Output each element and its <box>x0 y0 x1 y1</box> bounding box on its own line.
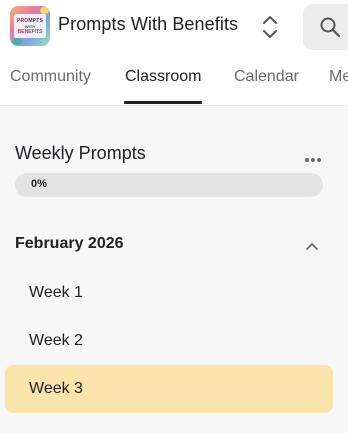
lesson-label: Week 2 <box>29 332 83 349</box>
search-icon <box>320 17 341 38</box>
more-horizontal-icon[interactable] <box>304 150 322 162</box>
search-button[interactable] <box>303 4 348 50</box>
group-switcher-button[interactable] <box>259 14 281 40</box>
lesson-label: Week 3 <box>29 380 83 397</box>
lesson-item-week-3[interactable]: Week 3 <box>5 365 333 413</box>
app-header: PROMPTS WITH BENEFITS Prompts With Benef… <box>0 0 348 54</box>
active-tab-indicator <box>124 101 202 104</box>
tab-members[interactable]: Me <box>329 68 348 86</box>
chevron-up-down-icon <box>263 16 277 38</box>
logo-word: BENEFITS <box>17 28 43 35</box>
course-progress-bar: 0% <box>15 173 323 197</box>
classroom-sidebar: Weekly Prompts 0% February 2026 Week 1 W… <box>0 107 348 433</box>
tab-calendar[interactable]: Calendar <box>234 68 299 86</box>
nav-tabs: Community Classroom Calendar Me <box>0 54 348 106</box>
logo-decoration <box>40 7 49 14</box>
chevron-up-icon[interactable] <box>305 238 319 250</box>
logo-wordmark: PROMPTS WITH BENEFITS <box>14 14 46 38</box>
progress-label: 0% <box>31 178 47 190</box>
group-title[interactable]: Prompts With Benefits <box>58 14 238 35</box>
lesson-item-week-2[interactable]: Week 2 <box>5 317 333 365</box>
course-title: Weekly Prompts <box>15 143 146 163</box>
logo-decoration <box>12 38 22 45</box>
lesson-label: Week 1 <box>29 284 83 301</box>
section-title[interactable]: February 2026 <box>15 235 124 253</box>
lesson-item-week-1[interactable]: Week 1 <box>5 269 333 317</box>
tab-community[interactable]: Community <box>10 68 91 86</box>
tab-classroom[interactable]: Classroom <box>125 68 201 86</box>
group-logo[interactable]: PROMPTS WITH BENEFITS <box>10 6 50 46</box>
